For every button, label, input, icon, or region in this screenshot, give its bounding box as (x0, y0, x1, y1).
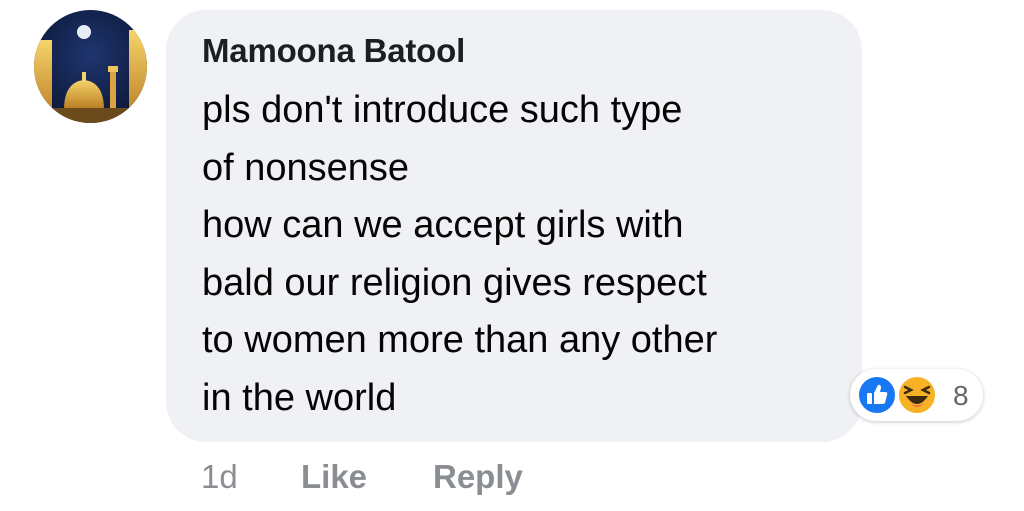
comment-text: pls don't introduce such type of nonsens… (202, 89, 718, 419)
like-button[interactable]: Like (301, 458, 367, 496)
avatar[interactable] (34, 10, 147, 123)
comment-author[interactable]: Mamoona Batool (202, 32, 465, 70)
comment-bubble: Mamoona Batool pls don't introduce such … (166, 10, 862, 442)
haha-icon (896, 374, 938, 421)
reaction-count: 8 (953, 380, 969, 411)
reactions-summary[interactable]: 8 (850, 369, 983, 421)
like-icon (856, 374, 898, 421)
timestamp[interactable]: 1d (201, 458, 238, 496)
reply-button[interactable]: Reply (433, 458, 523, 496)
